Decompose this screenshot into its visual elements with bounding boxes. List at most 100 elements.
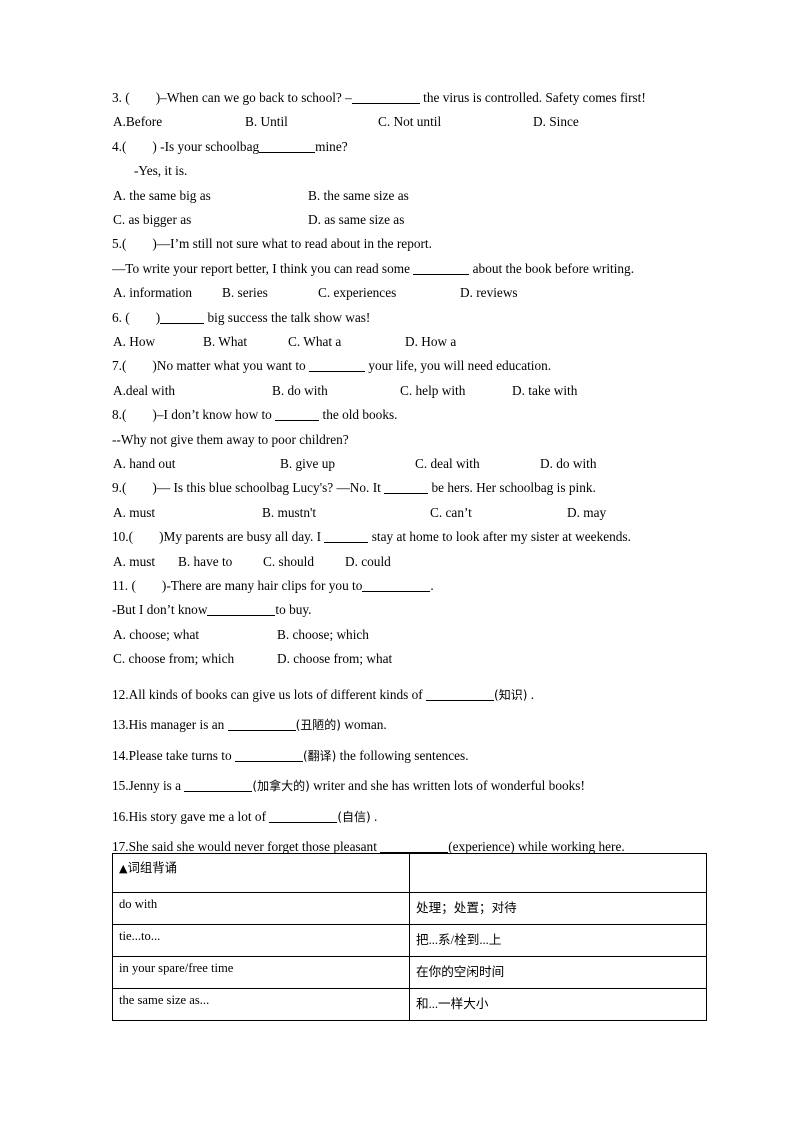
fill-blank-15: 15.Jenny is a (加拿大的) writer and she has … [112,771,692,802]
fill-blank-15-before: 15.Jenny is a [112,778,185,794]
question-9-option-d[interactable]: D. may [567,501,606,525]
question-9-option-b[interactable]: B. mustn't [262,501,316,525]
question-3-blank[interactable] [351,103,420,104]
question-3-option-c[interactable]: C. Not until [378,110,441,134]
fill-blank-16-hint: (自信) [337,809,371,824]
question-4-blank[interactable] [259,151,316,153]
question-7-option-a[interactable]: A.deal with [113,379,175,403]
fill-blank-14-before: 14.Please take turns to [112,747,235,763]
question-5-options: A. information B. series C. experiences … [112,281,692,305]
question-4-option-b[interactable]: B. the same size as [308,184,409,208]
question-11-option-a[interactable]: A. choose; what [113,623,199,647]
question-6-stem: 6. () big success the talk show was! [112,306,692,330]
question-4-options-row-2: C. as bigger as D. as same size as [112,208,692,232]
fill-blank-12-after: . [527,686,535,702]
fill-blank-15-blank[interactable] [184,791,253,793]
question-10-option-a[interactable]: A. must [113,550,155,574]
question-10-text-after: stay at home to look after my sister at … [368,529,631,545]
question-5-option-d[interactable]: D. reviews [460,281,518,305]
question-5-stem: 5.()—I’m still not sure what to read abo… [112,232,692,256]
question-8-option-d[interactable]: D. do with [540,452,597,476]
phrase-recitation-table: ▲词组背诵 do with 处理；处置；对待 tie...to... 把...系… [112,853,707,1021]
question-5-blank[interactable] [413,273,470,275]
question-10-text-before: My parents are busy all day. I [163,529,325,545]
question-6-option-c[interactable]: C. What a [288,330,341,354]
question-4-option-a[interactable]: A. the same big as [113,184,211,208]
question-7-blank[interactable] [309,371,365,373]
fill-blank-12-hint: (知识) [494,687,528,702]
meaning-cell: 把...系/栓到...上 [409,924,707,957]
phrase-cell: do with [112,892,410,925]
question-7-option-c[interactable]: C. help with [400,379,465,403]
question-9-text-before: — Is this blue schoolbag Lucy's? —No. It [156,480,385,496]
fill-blank-13-after: woman. [340,717,387,733]
question-5-number: 5.( [112,236,127,252]
question-11-blank-2[interactable] [207,615,276,617]
question-5-second-after: about the book before writing. [469,260,635,276]
fill-blank-16-blank[interactable] [269,821,338,823]
question-10-option-d[interactable]: D. could [345,550,391,574]
question-4-number: 4.( [112,138,127,154]
fill-blank-13-blank[interactable] [227,730,296,732]
question-10-option-b[interactable]: B. have to [178,550,232,574]
fill-blank-16: 16.His story gave me a lot of (自信) . [112,802,692,833]
question-3-option-d[interactable]: D. Since [533,110,579,134]
question-5-text-before: —I’m still not sure what to read about i… [156,236,432,252]
question-10-option-c[interactable]: C. should [263,550,314,574]
table-title-text: 词组背诵 [127,860,178,875]
fill-blank-13: 13.His manager is an (丑陋的) woman. [112,710,692,741]
fill-blank-16-after: . [370,808,378,824]
question-3-text-before: –When can we go back to school? – [160,90,352,105]
question-8-option-a[interactable]: A. hand out [113,452,175,476]
fill-blank-14-blank[interactable] [234,760,303,762]
question-6-blank[interactable] [160,322,205,324]
fill-blank-14-hint: (翻译) [302,748,337,763]
question-3-number: 3. ( [112,90,130,105]
question-7-text-before: No matter what you want to [156,358,309,374]
question-11-option-c[interactable]: C. choose from; which [113,647,234,671]
question-11-blank-1[interactable] [362,590,431,592]
question-4-option-d[interactable]: D. as same size as [308,208,404,232]
question-10-blank[interactable] [324,542,369,544]
question-6-text-after: big success the talk show was! [204,309,371,325]
question-6-number: 6. ( [112,309,130,325]
question-9-option-c[interactable]: C. can’t [430,501,472,525]
question-8-text-after: the old books. [319,407,398,423]
question-9-option-a[interactable]: A. must [113,501,155,525]
table-row: the same size as... 和...一样大小 [112,988,707,1021]
question-8-options: A. hand out B. give up C. deal with D. d… [112,452,692,476]
question-5-option-c[interactable]: C. experiences [318,281,396,305]
worksheet-page: 3. ()–When can we go back to school? – t… [0,0,794,1123]
question-10-options: A. must B. have to C. should D. could [112,550,692,574]
question-7-number: 7.( [112,358,127,374]
question-3-option-a[interactable]: A.Before [113,110,162,134]
question-6-option-d[interactable]: D. How a [405,330,456,354]
question-8-blank[interactable] [275,420,320,422]
question-8-option-b[interactable]: B. give up [280,452,335,476]
question-11-option-d[interactable]: D. choose from; what [277,647,392,671]
question-4-text-before: -Is your schoolbag [156,138,260,154]
question-6-option-a[interactable]: A. How [113,330,155,354]
question-4-options-row-1: A. the same big as B. the same size as [112,184,692,208]
meaning-cell: 在你的空闲时间 [409,956,707,989]
question-9-blank[interactable] [384,493,429,495]
question-7-option-d[interactable]: D. take with [512,379,577,403]
question-5-option-b[interactable]: B. series [222,281,268,305]
fill-blank-17-before: 17.She said she would never forget those… [112,839,381,855]
fill-blank-12-blank[interactable] [426,699,495,701]
question-9-stem: 9.()— Is this blue schoolbag Lucy's? —No… [112,476,692,500]
question-7-option-b[interactable]: B. do with [272,379,328,403]
question-11-options-row-2: C. choose from; which D. choose from; wh… [112,647,692,671]
question-11-option-b[interactable]: B. choose; which [277,623,369,647]
question-6-options: A. How B. What C. What a D. How a [112,330,692,354]
question-6-option-b[interactable]: B. What [203,330,247,354]
question-5-second-line: —To write your report better, I think yo… [112,257,692,281]
question-7-stem: 7.()No matter what you want to your life… [112,354,692,378]
question-3-option-b[interactable]: B. Until [245,110,288,134]
question-11-second-line: -But I don’t know to buy. [112,598,692,622]
question-8-option-c[interactable]: C. deal with [415,452,480,476]
question-9-options: A. must B. mustn't C. can’t D. may [112,501,692,525]
question-5-option-a[interactable]: A. information [113,281,192,305]
question-4-option-c[interactable]: C. as bigger as [113,208,191,232]
table-row: do with 处理；处置；对待 [112,892,707,925]
